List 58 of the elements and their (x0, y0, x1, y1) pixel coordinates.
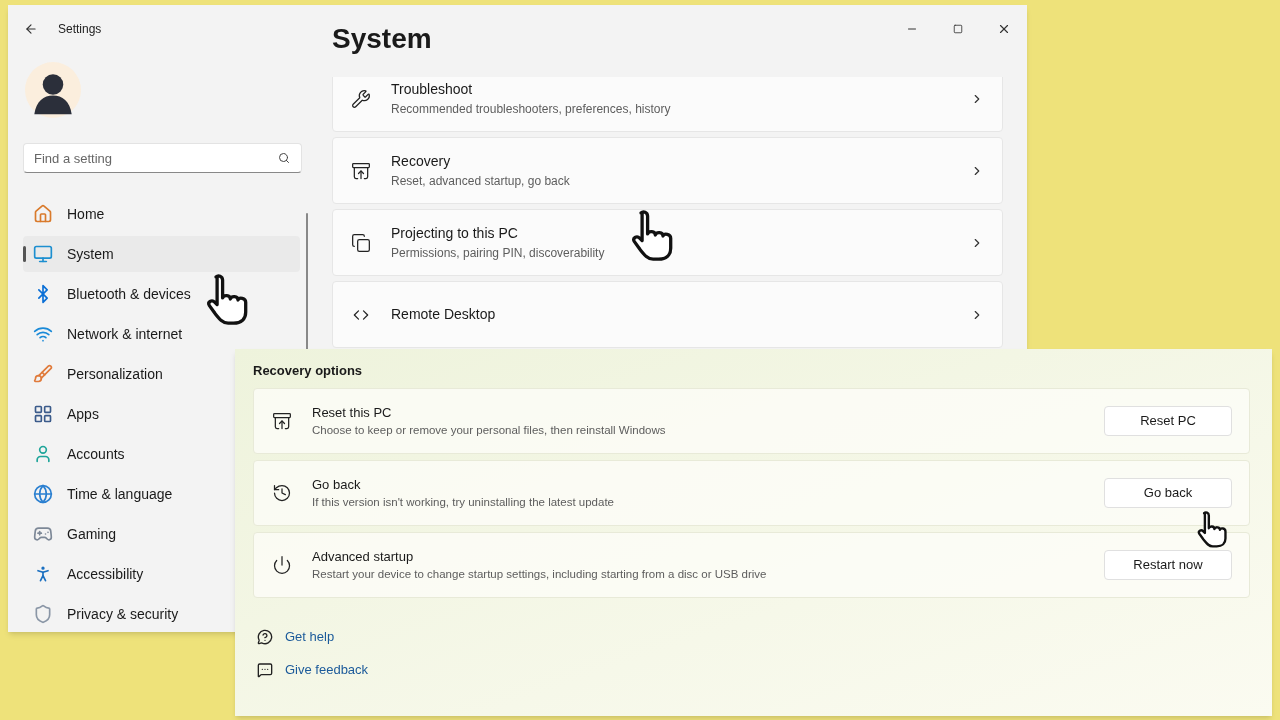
avatar (23, 62, 83, 118)
gamepad-icon (33, 524, 53, 544)
option-title: Advanced startup (312, 547, 415, 566)
sidebar-item[interactable]: Personalization (23, 356, 228, 392)
apps-grid-icon (33, 404, 53, 424)
power-icon (272, 555, 292, 575)
sidebar-item[interactable]: Accessibility (23, 556, 228, 592)
wrench-icon (351, 88, 371, 109)
close-icon[interactable] (997, 22, 1011, 36)
card-title: Recovery (391, 152, 452, 171)
card-subtitle: Permissions, pairing PIN, discoverability (391, 245, 605, 262)
maximize-icon[interactable] (953, 24, 963, 34)
sidebar-item[interactable]: Gaming (23, 516, 228, 552)
screens-icon (351, 232, 371, 253)
action-button[interactable]: Restart now (1104, 550, 1232, 580)
sidebar-item[interactable]: Apps (23, 396, 228, 432)
section-heading: Recovery options (253, 362, 364, 380)
sidebar-item[interactable]: Home (23, 196, 228, 232)
wifi-icon (33, 324, 53, 344)
option-description: Restart your device to change startup settings, including starting from a disc or USB drive (312, 567, 767, 583)
search-field[interactable]: Find a setting (23, 143, 302, 173)
action-button[interactable]: Go back (1104, 478, 1232, 508)
help-link[interactable]: Give feedback (285, 660, 369, 680)
card-title: Projecting to this PC (391, 224, 519, 243)
sidebar-item[interactable]: Privacy & security (23, 596, 228, 632)
option-description: If this version isn't working, try uninstalling the latest update (312, 495, 614, 511)
person-icon (33, 444, 53, 464)
settings-card[interactable]: Remote Desktop (332, 281, 1003, 348)
home-icon (33, 204, 53, 224)
settings-card[interactable]: Projecting to this PC Permissions, pairing PIN, discoverability (332, 209, 1003, 276)
option-title: Go back (312, 475, 362, 494)
window-title: Settings (58, 21, 102, 38)
settings-card[interactable]: Recovery Reset, advanced startup, go back (332, 137, 1003, 204)
shield-icon (33, 604, 53, 624)
search-icon (278, 152, 290, 164)
history-icon (272, 483, 292, 503)
help-icon (257, 629, 273, 645)
back-icon[interactable] (24, 22, 38, 36)
option-description: Choose to keep or remove your personal files, then reinstall Windows (312, 423, 666, 439)
action-button[interactable]: Reset PC (1104, 406, 1232, 436)
card-subtitle: Recommended troubleshooters, preferences, history (391, 101, 671, 118)
option-title: Reset this PC (312, 403, 393, 422)
sidebar-item[interactable]: Network & internet (23, 316, 228, 352)
card-title: Troubleshoot (391, 80, 474, 99)
sidebar-item[interactable]: System (23, 236, 300, 272)
card-title: Remote Desktop (391, 305, 496, 324)
brush-icon (33, 364, 53, 384)
settings-card[interactable]: Troubleshoot Recommended troubleshooters, preferences, history (332, 77, 1003, 132)
page-title: System (332, 22, 432, 56)
card-subtitle: Reset, advanced startup, go back (391, 173, 570, 190)
sidebar-item[interactable]: Time & language (23, 476, 228, 512)
hand-cursor-icon (630, 208, 674, 262)
help-link[interactable]: Get help (285, 627, 335, 647)
feedback-icon (257, 662, 273, 678)
monitor-icon (33, 244, 53, 264)
hand-cursor-icon (205, 272, 249, 326)
globe-icon (33, 484, 53, 504)
sidebar-item[interactable]: Accounts (23, 436, 228, 472)
